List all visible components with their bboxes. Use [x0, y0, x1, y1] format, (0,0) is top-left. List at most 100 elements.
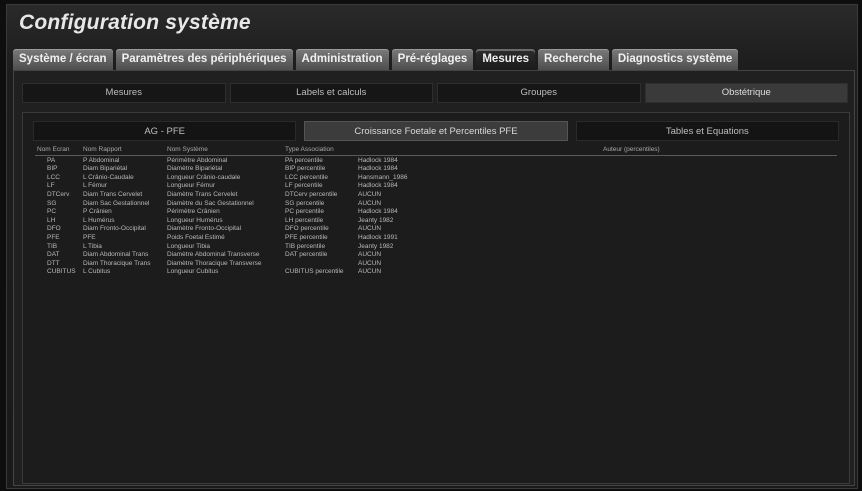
subtab-groupes[interactable]: Groupes	[437, 83, 641, 103]
table-cell: P Abdominal	[83, 156, 120, 164]
table-cell: L Cubitus	[83, 268, 111, 276]
table-cell: TIB percentile	[285, 242, 326, 250]
table-cell: Diamètre du Sac Gestationnel	[167, 199, 254, 207]
table-row[interactable]: LCC L Crânio-Caudale Longueur Crânio-cau…	[35, 174, 837, 183]
table-cell: Hadlock 1984	[358, 182, 398, 190]
table-cell: AUCUN	[358, 190, 382, 198]
table-row[interactable]: SG Diam Sac Gestationnel Diamètre du Sac…	[35, 200, 837, 209]
table-cell: DTCerv percentile	[285, 190, 338, 198]
table-cell: CUBITUS	[47, 268, 76, 276]
table-cell: Jeanty 1982	[358, 216, 394, 224]
tab-administration[interactable]: Administration	[295, 49, 389, 70]
table-cell: LCC percentile	[285, 173, 328, 181]
subtab-labels-calculs[interactable]: Labels et calculs	[229, 83, 433, 103]
table-cell: Longueur Crânio-caudale	[167, 173, 241, 181]
table-cell: Diam Bipariétal	[83, 165, 128, 173]
table-cell: Diamètre Bipariétal	[167, 165, 223, 173]
configuration-window: Configuration système Système / écran Pa…	[6, 4, 858, 489]
table-header: Nom Ecran Nom Rapport Nom Système Type A…	[35, 146, 837, 156]
table-cell: Hansmann_1986	[358, 173, 408, 181]
table-cell: DTT	[47, 259, 60, 267]
table-cell: DAT percentile	[285, 251, 328, 259]
table-cell: L Fémur	[83, 182, 107, 190]
table-cell: DFO percentile	[285, 225, 329, 233]
subtab-ag-pfe[interactable]: AG - PFE	[33, 121, 297, 141]
table-row[interactable]: LF L Fémur Longueur Fémur LF percentile …	[35, 182, 837, 191]
tab-mesures[interactable]: Mesures	[476, 49, 536, 70]
table-cell: SG	[47, 199, 57, 207]
column-header	[358, 146, 603, 155]
table-row[interactable]: CUBITUS L Cubitus Longueur Cubitus CUBIT…	[35, 268, 837, 277]
percentile-table: Nom Ecran Nom Rapport Nom Système Type A…	[35, 146, 837, 277]
table-cell: Hadlock 1984	[358, 156, 398, 164]
table-cell: Périmètre Crânien	[167, 208, 220, 216]
table-cell: LF	[47, 182, 55, 190]
table-cell: AUCUN	[358, 268, 382, 276]
table-row[interactable]: LH L Humérus Longueur Humérus LH percent…	[35, 217, 837, 226]
table-cell: PFE	[47, 233, 60, 241]
table-cell: Diam Thoracique Trans	[83, 259, 151, 267]
table-cell: AUCUN	[358, 251, 382, 259]
table-cell: Périmètre Abdominal	[167, 156, 228, 164]
tab-content: Mesures Labels et calculs Groupes Obstét…	[13, 70, 855, 486]
obstetrique-panel: AG - PFE Croissance Foetale et Percentil…	[22, 112, 850, 484]
tab-parametres-peripheriques[interactable]: Paramètres des périphériques	[115, 49, 293, 70]
table-cell: Longueur Tibia	[167, 242, 211, 250]
table-row[interactable]: DTCerv Diam Trans Cervelet Diamètre Tran…	[35, 191, 837, 200]
table-cell: PC	[47, 208, 57, 216]
table-cell: Longueur Cubitus	[167, 268, 219, 276]
table-cell: SG percentile	[285, 199, 325, 207]
table-cell: AUCUN	[358, 225, 382, 233]
column-header: Nom Système	[167, 146, 208, 153]
table-row[interactable]: PC P Crânien Périmètre Crânien PC percen…	[35, 208, 837, 217]
table-cell: AUCUN	[358, 199, 382, 207]
table-cell: Diamètre Thoracique Transverse	[167, 259, 262, 267]
table-cell: Hadlock 1984	[358, 208, 398, 216]
subtab-obstetrique[interactable]: Obstétrique	[644, 83, 848, 103]
table-cell: L Tibia	[83, 242, 102, 250]
table-row[interactable]: DTT Diam Thoracique Trans Diamètre Thora…	[35, 260, 837, 269]
table-cell: L Humérus	[83, 216, 115, 224]
table-cell: Poids Foetal Estimé	[167, 233, 225, 241]
tab-recherche[interactable]: Recherche	[538, 49, 609, 70]
table-cell: Hadlock 1984	[358, 165, 398, 173]
table-body: PA P Abdominal Périmètre Abdominal PA pe…	[35, 157, 837, 277]
table-cell: Longueur Fémur	[167, 182, 216, 190]
table-row[interactable]: BIP Diam Bipariétal Diamètre Bipariétal …	[35, 165, 837, 174]
table-cell: DFO	[47, 225, 61, 233]
table-cell: PA percentile	[285, 156, 323, 164]
column-header: Auteur (percentiles)	[603, 146, 660, 153]
table-cell: Diam Abdominal Trans	[83, 251, 149, 259]
table-row[interactable]: TIB L Tibia Longueur Tibia TIB percentil…	[35, 243, 837, 252]
tab-pre-reglages[interactable]: Pré-réglages	[391, 49, 474, 70]
tab-diagnostics-systeme[interactable]: Diagnostics système	[611, 49, 739, 70]
table-cell: LH percentile	[285, 216, 324, 224]
table-cell: BIP percentile	[285, 165, 326, 173]
table-cell: Diam Sac Gestationnel	[83, 199, 150, 207]
subtab-tables-equations[interactable]: Tables et Equations	[575, 121, 839, 141]
table-cell: PFE	[83, 233, 96, 241]
table-cell: LF percentile	[285, 182, 323, 190]
column-header: Nom Rapport	[83, 146, 122, 153]
table-cell: PC percentile	[285, 208, 325, 216]
table-cell: AUCUN	[358, 259, 382, 267]
table-row[interactable]: DAT Diam Abdominal Trans Diamètre Abdomi…	[35, 251, 837, 260]
table-cell: PFE percentile	[285, 233, 328, 241]
table-cell	[285, 260, 358, 269]
page-title: Configuration système	[19, 11, 251, 34]
table-row[interactable]: DFO Diam Fronto-Occipital Diamètre Front…	[35, 225, 837, 234]
table-row[interactable]: PA P Abdominal Périmètre Abdominal PA pe…	[35, 157, 837, 166]
table-cell: Diam Fronto-Occipital	[83, 225, 146, 233]
subtab-croissance-foetale[interactable]: Croissance Foetale et Percentiles PFE	[304, 121, 568, 141]
table-cell: BIP	[47, 165, 58, 173]
table-cell: LCC	[47, 173, 61, 181]
table-cell: Hadlock 1991	[358, 233, 398, 241]
subtab-mesures[interactable]: Mesures	[22, 83, 226, 103]
table-cell: DTCerv	[47, 190, 70, 198]
table-cell: DAT	[47, 251, 60, 259]
tab-systeme-ecran[interactable]: Système / écran	[13, 49, 113, 70]
table-cell: Diamètre Fronto-Occipital	[167, 225, 242, 233]
table-row[interactable]: PFE PFE Poids Foetal Estimé PFE percenti…	[35, 234, 837, 243]
table-cell: PA	[47, 156, 56, 164]
table-cell: Diam Trans Cervelet	[83, 190, 143, 198]
